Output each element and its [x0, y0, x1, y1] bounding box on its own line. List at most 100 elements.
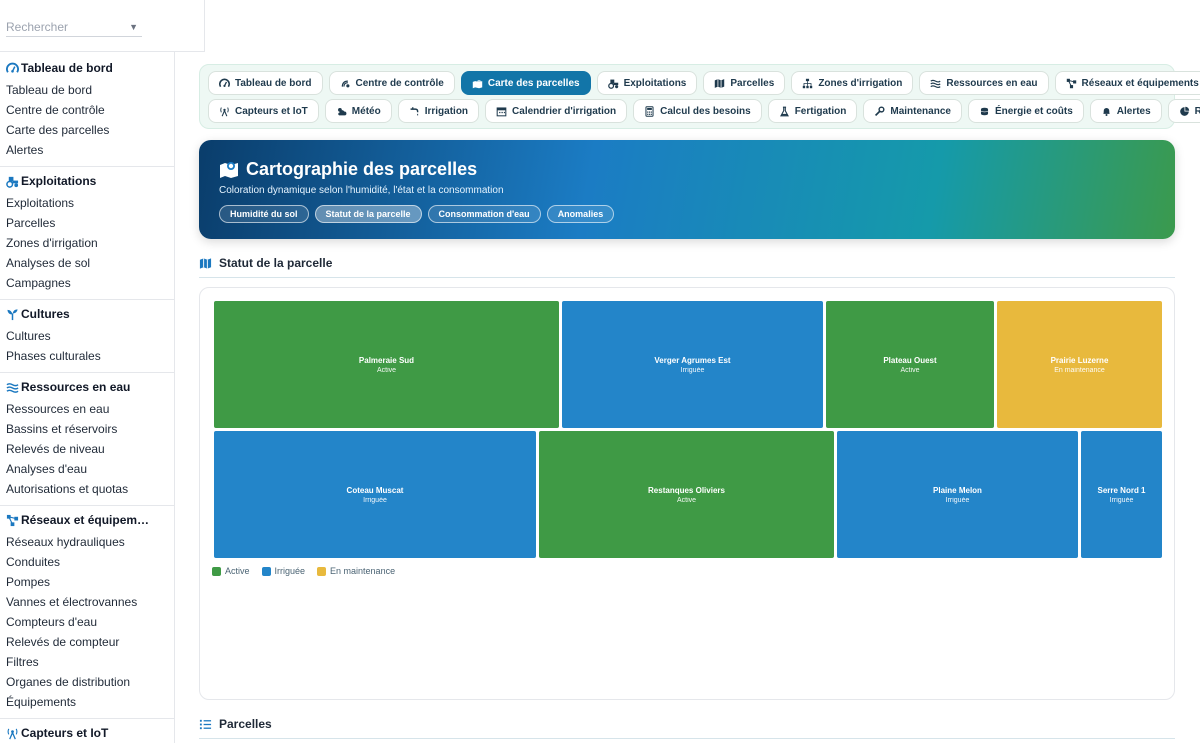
tab-label: Ressources en eau	[946, 77, 1038, 89]
tractor-icon	[6, 176, 19, 188]
sidebar-item-pompes[interactable]: Pompes	[0, 572, 174, 592]
map-mode-pills: Humidité du sol Statut de la parcelle Cons…	[219, 205, 1155, 223]
calendar-icon	[496, 106, 507, 116]
sidebar-group-label: Cultures	[21, 307, 70, 321]
tab-tableau-de-bord[interactable]: Tableau de bord	[208, 71, 323, 95]
parcel-cell-plateau-ouest[interactable]: Plateau Ouest Active	[826, 301, 994, 428]
sidebar-item-parcelles[interactable]: Parcelles	[0, 213, 174, 233]
pill-consommation-d-eau[interactable]: Consommation d'eau	[427, 205, 541, 223]
legend-swatch	[317, 566, 327, 576]
sidebar-item-analyses-de-sol[interactable]: Analyses de sol	[0, 253, 174, 273]
sidebar-item-analyses-d-eau[interactable]: Analyses d'eau	[0, 459, 174, 479]
network-icon	[6, 514, 19, 526]
sidebar-item-bassins-et-reservoirs[interactable]: Bassins et réservoirs	[0, 419, 174, 439]
tab-calcul-des-besoins[interactable]: Calcul des besoins	[633, 99, 762, 123]
tab-alertes[interactable]: Alertes	[1089, 99, 1162, 123]
tab-ressources-en-eau[interactable]: Ressources en eau	[919, 71, 1049, 95]
pill-anomalies[interactable]: Anomalies	[546, 205, 615, 223]
legend-swatch	[212, 566, 221, 576]
tab-calendrier-d-irrigation[interactable]: Calendrier d'irrigation	[485, 99, 628, 123]
tab-reseaux-et-equipements[interactable]: Réseaux et équipements	[1054, 71, 1200, 95]
tab-label: Calendrier d'irrigation	[512, 105, 617, 117]
sidebar-item-alertes[interactable]: Alertes	[0, 140, 174, 160]
tab-label: Réseaux et équipements	[1081, 77, 1199, 89]
tab-parcelles[interactable]: Parcelles	[703, 71, 786, 95]
calculator-icon	[645, 105, 654, 117]
antenna-icon	[7, 728, 18, 739]
tab-label: Exploitations	[623, 77, 687, 89]
pill-statut-de-la-parcelle[interactable]: Statut de la parcelle	[314, 205, 422, 223]
parcel-name: Palmeraie Sud	[358, 356, 415, 365]
list-icon	[199, 719, 212, 730]
sidebar-group-ressources-en-eau: Ressources en eau Ressources en eau Bassin…	[0, 373, 174, 506]
water-icon	[6, 382, 19, 393]
parcel-status: Active	[900, 367, 920, 374]
tab-zones-d-irrigation[interactable]: Zones d'irrigation	[791, 71, 914, 95]
sidebar-item-ressources-en-eau[interactable]: Ressources en eau	[0, 399, 174, 419]
sidebar-group-title[interactable]: Tableau de bord	[0, 59, 174, 77]
tab-label: Énergie et coûts	[994, 105, 1073, 117]
parcel-cell-coteau-muscat[interactable]: Coteau Muscat Irriguée	[214, 431, 536, 558]
tab-meteo[interactable]: Météo	[324, 99, 392, 123]
tab-exploitations[interactable]: Exploitations	[596, 71, 698, 95]
search-area: Rechercher ▼	[0, 0, 205, 52]
faucet-icon	[410, 106, 419, 115]
legend-label: En maintenance	[330, 566, 396, 576]
tab-label: Centre de contrôle	[355, 77, 444, 89]
legend-swatch	[261, 566, 271, 576]
chevron-down-icon[interactable]: ▼	[129, 17, 138, 37]
treemap-legend: Active Irriguée En maintenance	[212, 566, 395, 576]
sidebar-item-campagnes[interactable]: Campagnes	[0, 273, 174, 293]
sidebar-item-phases-culturales[interactable]: Phases culturales	[0, 346, 174, 366]
sidebar-item-releves-de-niveau[interactable]: Relevés de niveau	[0, 439, 174, 459]
sidebar-item-exploitations[interactable]: Exploitations	[0, 193, 174, 213]
legend-label: Irriguée	[274, 566, 306, 576]
sidebar-item-equipements[interactable]: Équipements	[0, 692, 174, 712]
parcels-section-title: Parcelles	[219, 717, 272, 731]
sidebar-item-autorisations-et-quotas[interactable]: Autorisations et quotas	[0, 479, 174, 499]
sidebar-item-centre-de-controle[interactable]: Centre de contrôle	[0, 100, 174, 120]
pill-humidite-du-sol[interactable]: Humidité du sol	[219, 205, 309, 223]
treemap-panel: Palmeraie Sud Active Verger Agrumes Est Irr…	[199, 287, 1175, 700]
water-icon	[930, 79, 941, 88]
tab-reporting[interactable]: Reporting	[1167, 99, 1200, 123]
sidebar-item-compteurs-d-eau[interactable]: Compteurs d'eau	[0, 612, 174, 632]
sidebar-group-title[interactable]: Cultures	[0, 305, 174, 323]
parcel-cell-serre-nord-1[interactable]: Serre Nord 1 Irriguée	[1081, 431, 1162, 558]
search-input[interactable]: Rechercher ▼	[6, 17, 142, 37]
sidebar-item-carte-des-parcelles[interactable]: Carte des parcelles	[0, 120, 174, 140]
parcel-treemap: Palmeraie Sud Active Verger Agrumes Est Irr…	[214, 301, 1162, 558]
satellite-icon	[341, 80, 349, 87]
sidebar-group-title[interactable]: Exploitations	[0, 172, 174, 190]
sidebar-item-organes-de-distribution[interactable]: Organes de distribution	[0, 672, 174, 692]
parcel-cell-restanques-oliviers[interactable]: Restanques Oliviers Active	[539, 431, 834, 558]
tab-irrigation[interactable]: Irrigation	[397, 99, 480, 123]
sidebar-item-releves-de-compteur[interactable]: Relevés de compteur	[0, 632, 174, 652]
parcel-cell-verger-agrumes-est[interactable]: Verger Agrumes Est Irriguée	[562, 301, 823, 428]
tab-centre-de-controle[interactable]: Centre de contrôle	[328, 71, 455, 95]
tab-fertigation[interactable]: Fertigation	[767, 99, 858, 123]
tab-energie-et-couts[interactable]: Énergie et coûts	[967, 99, 1084, 123]
tractor-icon	[607, 79, 618, 89]
sidebar-group-cultures: Cultures Cultures Phases culturales	[0, 300, 174, 373]
sidebar-item-filtres[interactable]: Filtres	[0, 652, 174, 672]
tab-capteurs-et-iot[interactable]: Capteurs et IoT	[208, 99, 319, 123]
sidebar-item-zones-d-irrigation[interactable]: Zones d'irrigation	[0, 233, 174, 253]
parcel-cell-prairie-luzerne[interactable]: Prairie Luzerne En maintenance	[997, 301, 1162, 428]
tab-label: Tableau de bord	[235, 77, 312, 89]
sidebar-item-cultures[interactable]: Cultures	[0, 326, 174, 346]
sidebar-group-title[interactable]: Ressources en eau	[0, 378, 174, 396]
map-marked-icon	[220, 162, 238, 178]
sidebar-group-title[interactable]: Capteurs et IoT	[0, 724, 174, 742]
sidebar-item-reseaux-hydrauliques[interactable]: Réseaux hydrauliques	[0, 532, 174, 552]
antenna-icon	[220, 106, 229, 116]
parcel-cell-palmeraie-sud[interactable]: Palmeraie Sud Active	[214, 301, 559, 428]
sidebar-item-tableau-de-bord[interactable]: Tableau de bord	[0, 80, 174, 100]
sidebar-item-conduites[interactable]: Conduites	[0, 552, 174, 572]
tab-carte-des-parcelles[interactable]: Carte des parcelles	[460, 71, 591, 95]
sidebar-item-vannes-et-electrovannes[interactable]: Vannes et électrovannes	[0, 592, 174, 612]
sidebar-group-title[interactable]: Réseaux et équipem…	[0, 511, 174, 529]
tab-maintenance[interactable]: Maintenance	[863, 99, 962, 123]
parcel-cell-plaine-melon[interactable]: Plaine Melon Irriguée	[837, 431, 1078, 558]
sidebar-group-capteurs-et-iot: Capteurs et IoT	[0, 719, 174, 743]
